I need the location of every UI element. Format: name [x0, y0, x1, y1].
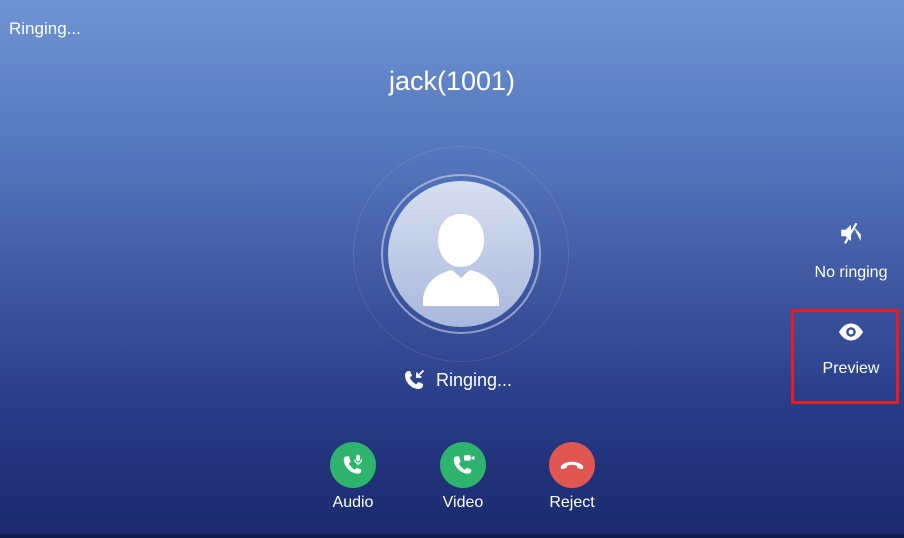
- speaker-muted-icon: [841, 222, 861, 244]
- incoming-call-screen: Ringing... jack(1001) Ringing... Audio V…: [0, 0, 904, 538]
- person-icon: [423, 214, 499, 306]
- audio-answer-circle[interactable]: [330, 442, 376, 488]
- avatar: [388, 181, 534, 327]
- call-status: Ringing...: [402, 366, 512, 394]
- reject-circle[interactable]: [549, 442, 595, 488]
- video-answer-icon: [453, 455, 475, 474]
- hang-up-icon: [560, 461, 584, 470]
- audio-answer-button[interactable]: Audio: [318, 442, 388, 512]
- caller-name: jack(1001): [388, 66, 516, 96]
- incoming-call-icon: [405, 369, 425, 389]
- no-ringing-button[interactable]: No ringing: [801, 220, 901, 282]
- status-text: Ringing...: [9, 19, 81, 38]
- preview-highlight-box: [791, 309, 899, 404]
- video-answer-circle[interactable]: [440, 442, 486, 488]
- bottom-edge: [0, 534, 904, 538]
- video-label: Video: [442, 494, 484, 511]
- call-status-text: Ringing...: [436, 369, 513, 390]
- no-ringing-label: No ringing: [814, 264, 888, 281]
- audio-label: Audio: [332, 494, 374, 511]
- caller-avatar-area: [353, 146, 569, 362]
- audio-answer-icon: [343, 454, 363, 474]
- video-answer-button[interactable]: Video: [428, 442, 498, 512]
- reject-button[interactable]: Reject: [537, 442, 607, 512]
- reject-label: Reject: [549, 494, 595, 511]
